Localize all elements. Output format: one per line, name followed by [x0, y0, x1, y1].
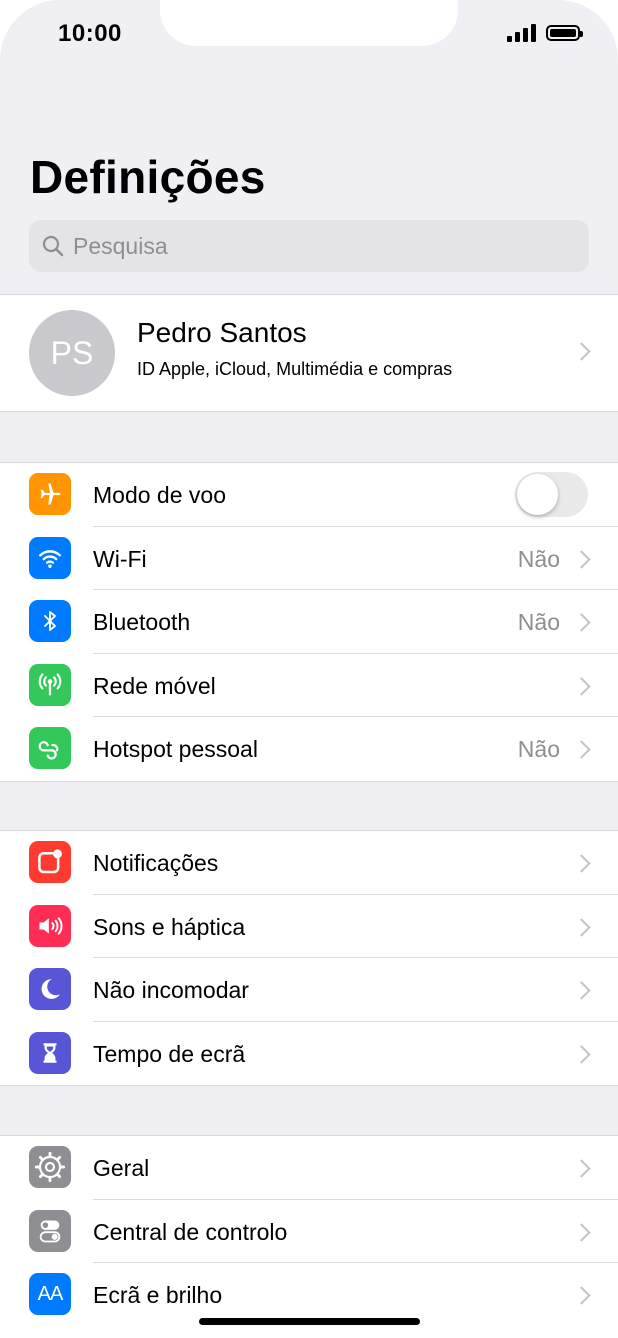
chevron-right-icon [572, 1044, 591, 1064]
chevron-right-icon [572, 917, 591, 937]
page-title: Definições [30, 151, 266, 203]
cellular-signal-icon [507, 24, 536, 42]
row-label: Tempo de ecrã [93, 1040, 246, 1067]
chevron-right-icon [572, 740, 591, 759]
avatar: PS [29, 310, 115, 396]
row-notifications[interactable]: Notificações [0, 831, 618, 895]
notch [160, 0, 458, 46]
home-indicator[interactable] [199, 1318, 420, 1325]
notifications-group: Notificações Sons e háptica Não incomoda… [0, 830, 618, 1086]
row-screen-time[interactable]: Tempo de ecrã [0, 1022, 618, 1086]
row-wifi[interactable]: Wi-Fi Não [0, 527, 618, 591]
chevron-right-icon [572, 854, 591, 873]
airplane-mode-toggle[interactable] [515, 472, 588, 517]
chevron-right-icon [572, 1286, 591, 1305]
search-icon [42, 235, 64, 257]
connectivity-group: Modo de voo Wi-Fi Não Bluetooth Não Rede… [0, 462, 618, 782]
text-size-icon: AA [29, 1273, 71, 1315]
status-icons [507, 24, 583, 42]
chevron-right-icon [572, 981, 591, 1000]
gear-icon [29, 1146, 71, 1188]
row-personal-hotspot[interactable]: Hotspot pessoal Não [0, 717, 618, 781]
row-sounds[interactable]: Sons e háptica [0, 895, 618, 959]
row-label: Ecrã e brilho [93, 1282, 223, 1308]
search-bar[interactable] [29, 220, 589, 272]
row-general[interactable]: Geral [0, 1136, 618, 1200]
row-mobile-network[interactable]: Rede móvel [0, 654, 618, 718]
chevron-right-icon [572, 549, 591, 569]
row-label: Modo de voo [93, 482, 226, 508]
row-label: Bluetooth [93, 609, 191, 635]
row-value: Não [517, 609, 560, 635]
chevron-right-icon [572, 1159, 591, 1178]
row-label: Rede móvel [93, 672, 216, 699]
search-input[interactable] [71, 231, 555, 261]
row-display-brightness[interactable]: AA Ecrã e brilho [0, 1263, 618, 1327]
apple-id-row[interactable]: PS Pedro Santos ID Apple, iCloud, Multim… [0, 294, 618, 412]
chevron-right-icon [572, 676, 591, 696]
row-value: Não [517, 545, 560, 572]
row-airplane-mode[interactable]: Modo de voo [0, 463, 618, 527]
row-label: Não incomodar [93, 977, 249, 1003]
row-label: Geral [93, 1155, 150, 1181]
row-label: Notificações [93, 850, 219, 876]
profile-name: Pedro Santos [137, 317, 307, 348]
row-value: Não [517, 736, 560, 762]
wifi-icon [29, 536, 71, 579]
speaker-icon [29, 904, 71, 947]
notifications-icon [29, 841, 71, 883]
hourglass-icon [29, 1031, 71, 1074]
row-do-not-disturb[interactable]: Não incomodar [0, 958, 618, 1022]
profile-subtitle: ID Apple, iCloud, Multimédia e compras [137, 359, 453, 379]
switches-icon [29, 1209, 71, 1252]
chevron-right-icon [572, 1222, 591, 1242]
status-time: 10:00 [58, 20, 122, 47]
row-control-center[interactable]: Central de controlo [0, 1200, 618, 1264]
row-label: Sons e háptica [93, 913, 246, 940]
row-label: Wi-Fi [93, 545, 147, 572]
settings-screen: 10:00 Definições PS Pedro Santos ID Appl… [0, 0, 618, 1338]
antenna-icon [29, 663, 71, 706]
chevron-right-icon [572, 342, 591, 361]
row-bluetooth[interactable]: Bluetooth Não [0, 590, 618, 654]
row-label: Hotspot pessoal [93, 736, 258, 762]
battery-icon [546, 25, 583, 41]
moon-icon [29, 968, 71, 1010]
hotspot-icon [29, 727, 71, 769]
chevron-right-icon [572, 613, 591, 632]
airplane-icon [29, 473, 71, 515]
bluetooth-icon [29, 600, 71, 642]
general-group: Geral Central de controlo AA Ecrã e bril… [0, 1135, 618, 1338]
row-label: Central de controlo [93, 1218, 288, 1245]
